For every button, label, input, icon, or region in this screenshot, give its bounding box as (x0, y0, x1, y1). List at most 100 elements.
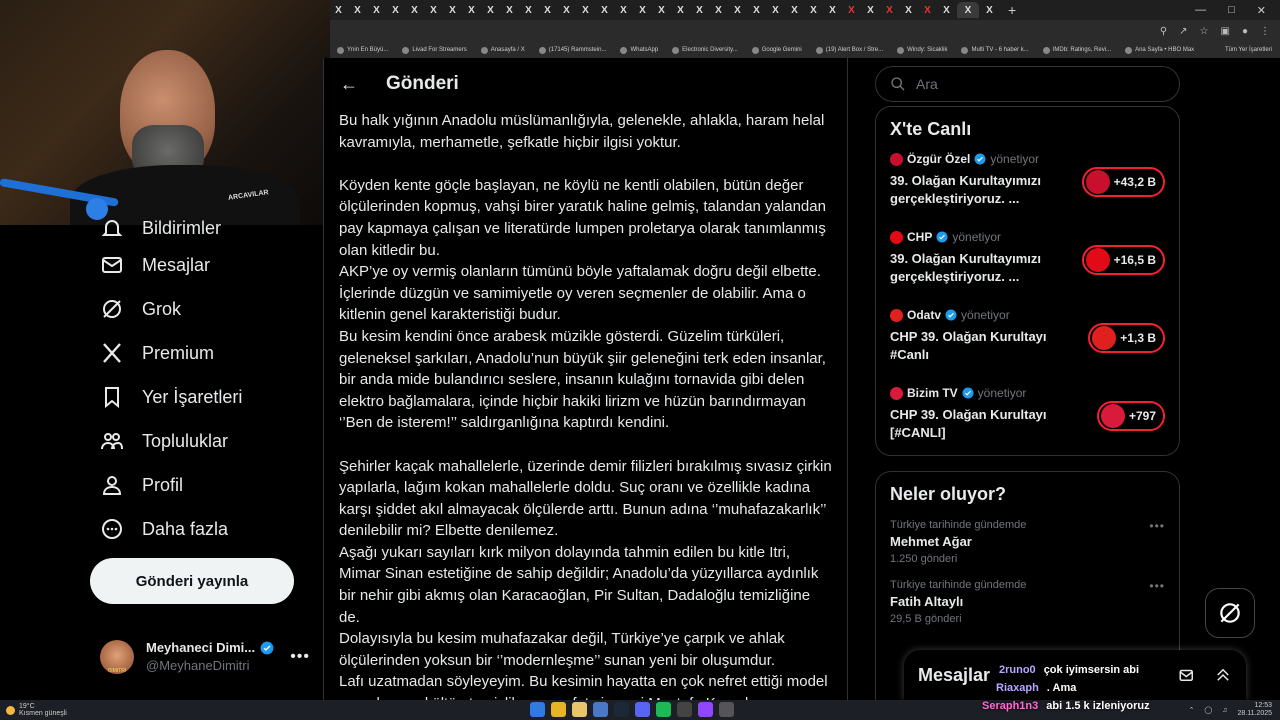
browser-tab[interactable]: X (653, 2, 670, 18)
new-message-icon[interactable] (1178, 666, 1196, 684)
sidebar-item-daha-fazla[interactable]: Daha fazla (100, 514, 228, 544)
share-icon[interactable]: ↗ (1179, 26, 1187, 37)
volume-icon[interactable]: ♫ (1222, 707, 1227, 714)
bookmark-item[interactable]: Google Gemini (745, 46, 809, 54)
new-tab-button[interactable]: + (1008, 2, 1016, 18)
bookmark-item[interactable]: (17145) Rammstein... (532, 46, 614, 54)
bookmark-item[interactable]: Windy: Sicaklik (890, 46, 954, 54)
more-options-icon[interactable]: ••• (290, 648, 310, 666)
browser-tab[interactable]: X (577, 2, 594, 18)
menu-icon[interactable]: ⋮ (1260, 26, 1270, 37)
browser-tab[interactable]: X (634, 2, 651, 18)
browser-tab[interactable]: X (843, 2, 860, 18)
tray-chevron-icon[interactable]: ⌃ (1189, 706, 1195, 714)
file-explorer-icon[interactable] (572, 702, 587, 717)
browser-tab[interactable]: X (406, 2, 423, 18)
app-icon[interactable] (719, 702, 734, 717)
more-options-icon[interactable]: ••• (1149, 519, 1165, 533)
live-item[interactable]: Özgür Özel yönetiyor 39. Olağan Kurultayım… (890, 152, 1165, 230)
zoom-icon[interactable]: ⚲ (1160, 26, 1167, 37)
sidebar-item-yer-i-aretleri[interactable]: Yer İşaretleri (100, 382, 242, 412)
spotify-icon[interactable] (656, 702, 671, 717)
trend-item[interactable]: Türkiye tarihinde gündemde Fatih Altaylı 2… (890, 579, 1165, 625)
browser-tab[interactable]: X (501, 2, 518, 18)
browser-tab[interactable]: X (330, 2, 347, 18)
browser-tab[interactable]: X (710, 2, 727, 18)
sidebar-item-grok[interactable]: Grok (100, 294, 181, 324)
browser-tab[interactable]: X (596, 2, 613, 18)
browser-tab[interactable]: X (919, 2, 936, 18)
bookmark-item[interactable]: Multi TV - 6 haber k... (954, 46, 1035, 54)
sidebar-item-topluluklar[interactable]: Topluluklar (100, 426, 228, 456)
account-switcher[interactable]: DIMITRI Meyhaneci Dimi... @MeyhaneDimitr… (100, 635, 310, 679)
browser-tab[interactable]: X (729, 2, 746, 18)
live-account-name: CHP (907, 230, 933, 244)
sidebar-item-premium[interactable]: Premium (100, 338, 214, 368)
browser-tab[interactable]: X (539, 2, 556, 18)
network-icon[interactable]: ◯ (1204, 706, 1212, 714)
twitch-icon[interactable] (698, 702, 713, 717)
live-item[interactable]: Odatv yönetiyor CHP 39. Olağan Kurultayı #… (890, 308, 1165, 386)
browser-tab[interactable]: X (862, 2, 879, 18)
browser-tab[interactable]: X (615, 2, 632, 18)
start-icon[interactable] (530, 702, 545, 717)
weather-widget[interactable]: 19°C Kısmen güneşli (0, 703, 67, 717)
sidebar-item-bildirimler[interactable]: Bildirimler (100, 213, 221, 243)
bookmark-item[interactable]: Electronic Diversity... (665, 46, 745, 54)
bookmark-item[interactable]: WhatsApp (613, 46, 665, 54)
live-item[interactable]: Bizim TV yönetiyor CHP 39. Olağan Kurultay… (890, 386, 1165, 464)
browser-tab[interactable]: X (748, 2, 765, 18)
back-arrow-icon[interactable]: ← (340, 74, 358, 95)
browser-tab[interactable]: X (691, 2, 708, 18)
sidebar-item-profil[interactable]: Profil (100, 470, 183, 500)
star-icon[interactable]: ☆ (1200, 26, 1209, 37)
browser-tab[interactable]: X (368, 2, 385, 18)
minimize-icon[interactable]: — (1195, 4, 1206, 17)
live-item[interactable]: CHP yönetiyor 39. Olağan Kurultayımızı ger… (890, 230, 1165, 308)
expand-drawer-icon[interactable] (1214, 666, 1232, 684)
browser-tab[interactable]: X (349, 2, 366, 18)
bookmark-item[interactable]: Livad For Streamers (395, 46, 473, 54)
sidebar-item-mesajlar[interactable]: Mesajlar (100, 250, 210, 280)
browser-tab[interactable]: X (387, 2, 404, 18)
maximize-icon[interactable]: □ (1228, 4, 1235, 17)
browser-tab[interactable]: X (881, 2, 898, 18)
profile-browser-icon[interactable]: ● (1242, 26, 1248, 37)
bookmark-item[interactable]: Ana Sayfa • HBO Max (1118, 46, 1201, 54)
bookmark-item[interactable]: Ynin En Büyü... (330, 46, 395, 54)
extensions-icon[interactable]: ▣ (1221, 26, 1230, 37)
browser-tab[interactable]: X (805, 2, 822, 18)
browser-tab[interactable]: X (463, 2, 480, 18)
post-button[interactable]: Gönderi yayınla (90, 558, 294, 604)
browser-tab[interactable]: X (425, 2, 442, 18)
bookmark-item[interactable]: IMDb: Ratings, Revi... (1036, 46, 1118, 54)
search-input[interactable]: Ara (875, 66, 1180, 102)
browser-tab[interactable]: X (482, 2, 499, 18)
steam-icon[interactable] (614, 702, 629, 717)
bookmark-item[interactable]: (19) Alert Box / Stre... (809, 46, 890, 54)
browser-tab[interactable]: X (938, 2, 955, 18)
trend-item[interactable]: Türkiye tarihinde gündemde Mehmet Ağar 1.2… (890, 519, 1165, 565)
browser-tab-strip: X X X X X X X X X X X X X X X X X X X X X X X X X X X X X X X X X X X + — □… (330, 0, 1280, 20)
close-window-icon[interactable]: ✕ (1257, 4, 1266, 17)
trend-category: Türkiye tarihinde gündemde (890, 579, 1027, 591)
app-icon[interactable] (677, 702, 692, 717)
more-options-icon[interactable]: ••• (1149, 579, 1165, 593)
grok-floating-button[interactable] (1205, 588, 1255, 638)
app-icon[interactable] (593, 702, 608, 717)
browser-tab[interactable]: X (981, 2, 998, 18)
browser-tab[interactable]: X (786, 2, 803, 18)
discord-icon[interactable] (635, 702, 650, 717)
bookmark-item[interactable]: Anasayfa / X (474, 46, 532, 54)
browser-tab[interactable]: X (900, 2, 917, 18)
browser-tab[interactable]: X (520, 2, 537, 18)
browser-tab[interactable]: X (558, 2, 575, 18)
browser-tab[interactable]: X (444, 2, 461, 18)
browser-tab[interactable]: X (672, 2, 689, 18)
browser-tab[interactable]: X (767, 2, 784, 18)
browser-tab[interactable]: X (957, 2, 979, 18)
browser-tab[interactable]: X (824, 2, 841, 18)
chrome-icon[interactable] (551, 702, 566, 717)
all-bookmarks-link[interactable]: Tüm Yer İşaretleri (1218, 47, 1280, 53)
clock[interactable]: 12:53 28.11.2025 (1237, 702, 1272, 718)
